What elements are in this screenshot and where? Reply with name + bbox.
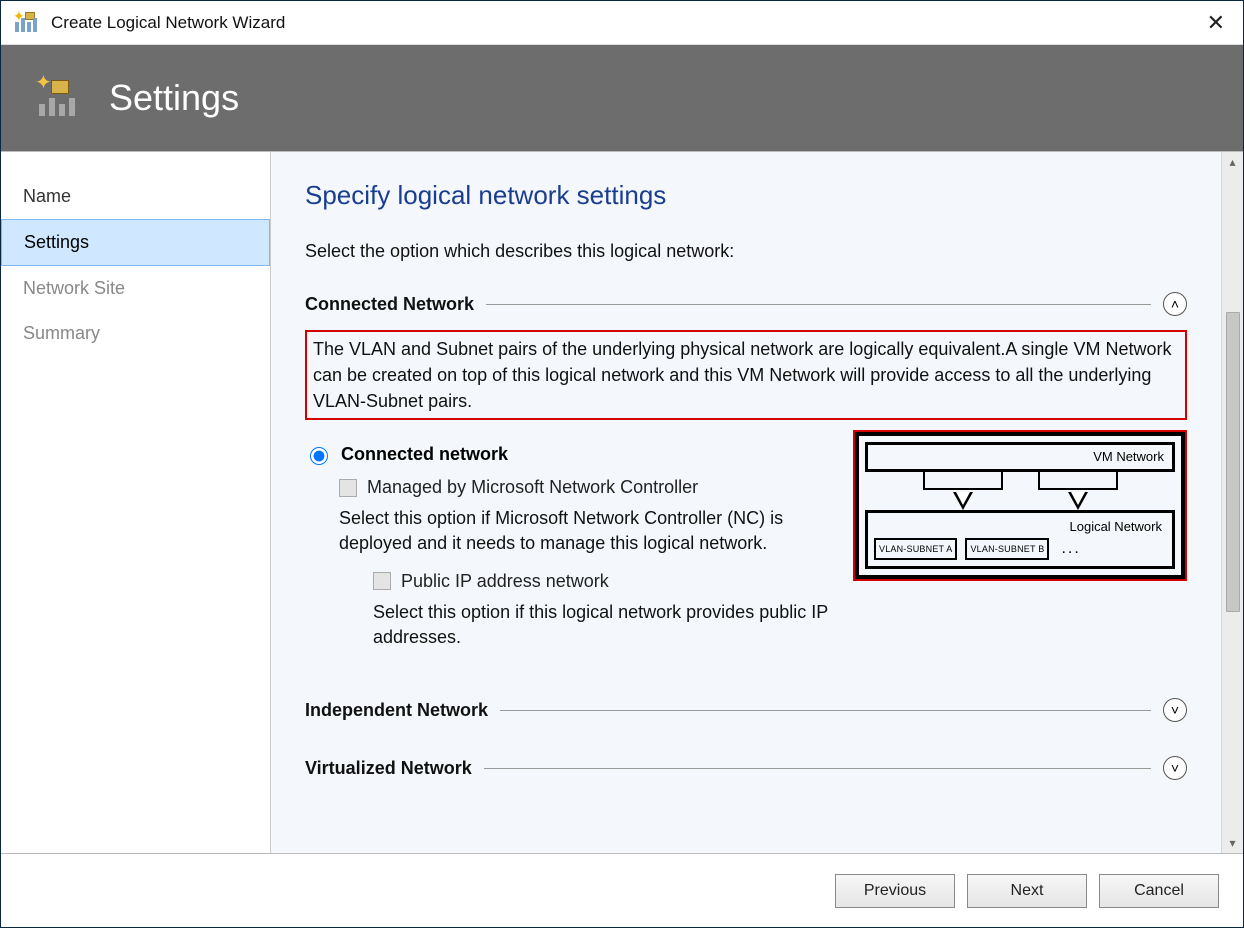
content-wrap: Specify logical network settings Select … xyxy=(271,152,1243,853)
next-button[interactable]: Next xyxy=(967,874,1087,908)
divider xyxy=(484,768,1151,769)
section-title-virtualized: Virtualized Network xyxy=(305,758,472,779)
wizard-window: ✦ Create Logical Network Wizard ✕ ✦ Sett… xyxy=(0,0,1244,928)
banner: ✦ Settings xyxy=(1,45,1243,151)
divider xyxy=(500,710,1151,711)
managed-help: Select this option if Microsoft Network … xyxy=(339,506,809,556)
content: Specify logical network settings Select … xyxy=(271,152,1221,853)
checkbox-publicip[interactable] xyxy=(373,572,391,590)
diagram-vm-network: VM Network xyxy=(865,442,1175,472)
collapse-icon[interactable]: ˄ xyxy=(1163,292,1187,316)
description-highlight: The VLAN and Subnet pairs of the underly… xyxy=(305,330,1187,420)
step-settings[interactable]: Settings xyxy=(1,219,270,266)
checkbox-managed-row: Managed by Microsoft Network Controller xyxy=(339,477,843,498)
sidebar: Name Settings Network Site Summary xyxy=(1,152,271,853)
banner-icon: ✦ xyxy=(37,74,87,122)
scroll-thumb[interactable] xyxy=(1226,312,1240,612)
checkbox-managed-label: Managed by Microsoft Network Controller xyxy=(367,477,698,498)
diagram-ellipsis: ... xyxy=(1057,540,1080,558)
step-network-site[interactable]: Network Site xyxy=(1,266,270,311)
diagram-logical-network: Logical Network VLAN-SUBNET A VLAN-SUBNE… xyxy=(865,510,1175,569)
radio-connected-network[interactable] xyxy=(310,447,328,465)
diagram-subnet-a: VLAN-SUBNET A xyxy=(874,538,957,560)
diagram-arrows xyxy=(865,472,1175,510)
previous-button[interactable]: Previous xyxy=(835,874,955,908)
section-header-virtualized: Virtualized Network ˅ xyxy=(305,756,1187,780)
wizard-icon: ✦ xyxy=(15,12,41,34)
step-name[interactable]: Name xyxy=(1,174,270,219)
step-summary[interactable]: Summary xyxy=(1,311,270,356)
section-header-connected: Connected Network ˄ xyxy=(305,292,1187,316)
divider xyxy=(486,304,1151,305)
publicip-help: Select this option if this logical netwo… xyxy=(373,600,843,650)
checkbox-publicip-row: Public IP address network xyxy=(373,571,843,592)
window-title: Create Logical Network Wizard xyxy=(51,13,1199,33)
diagram-logical-label: Logical Network xyxy=(874,519,1166,538)
connected-options-row: Connected network Managed by Microsoft N… xyxy=(305,430,1187,664)
diagram-subnet-b: VLAN-SUBNET B xyxy=(965,538,1049,560)
close-icon[interactable]: ✕ xyxy=(1199,10,1233,36)
network-diagram: VM Network Logical Network VLAN-SUBNET A… xyxy=(855,432,1185,579)
banner-title: Settings xyxy=(109,77,239,119)
checkbox-publicip-label: Public IP address network xyxy=(401,571,609,592)
footer: Previous Next Cancel xyxy=(1,853,1243,927)
scrollbar[interactable]: ▴ ▾ xyxy=(1221,152,1243,853)
checkbox-managed[interactable] xyxy=(339,479,357,497)
diagram-subnets: VLAN-SUBNET A VLAN-SUBNET B ... xyxy=(874,538,1166,560)
cancel-button[interactable]: Cancel xyxy=(1099,874,1219,908)
radio-connected-network-row: Connected network xyxy=(305,444,843,465)
section-header-independent: Independent Network ˅ xyxy=(305,698,1187,722)
titlebar: ✦ Create Logical Network Wizard ✕ xyxy=(1,1,1243,45)
expand-icon[interactable]: ˅ xyxy=(1163,756,1187,780)
expand-icon[interactable]: ˅ xyxy=(1163,698,1187,722)
section-title-connected: Connected Network xyxy=(305,294,474,315)
page-intro: Select the option which describes this l… xyxy=(305,241,1187,262)
body: Name Settings Network Site Summary Speci… xyxy=(1,151,1243,853)
section-title-independent: Independent Network xyxy=(305,700,488,721)
scroll-down-icon[interactable]: ▾ xyxy=(1223,833,1243,853)
connected-options: Connected network Managed by Microsoft N… xyxy=(305,430,843,664)
scroll-up-icon[interactable]: ▴ xyxy=(1223,152,1243,172)
diagram-highlight: VM Network Logical Network VLAN-SUBNET A… xyxy=(853,430,1187,581)
page-heading: Specify logical network settings xyxy=(305,180,1187,211)
radio-connected-label: Connected network xyxy=(341,444,508,465)
connected-description: The VLAN and Subnet pairs of the underly… xyxy=(313,336,1179,414)
